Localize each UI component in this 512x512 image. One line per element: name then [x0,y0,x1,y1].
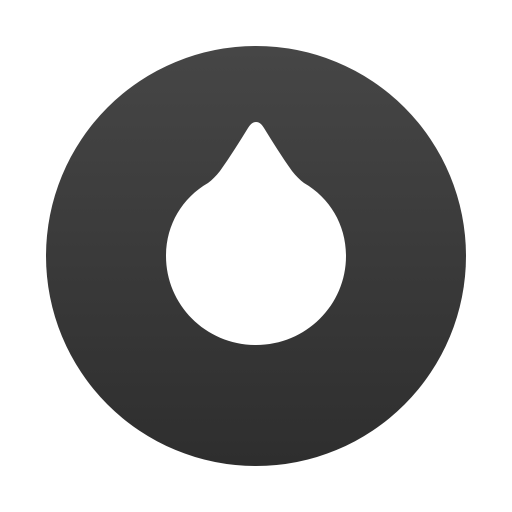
drop-logo-icon [46,46,466,466]
app-icon-canvas [0,0,512,512]
